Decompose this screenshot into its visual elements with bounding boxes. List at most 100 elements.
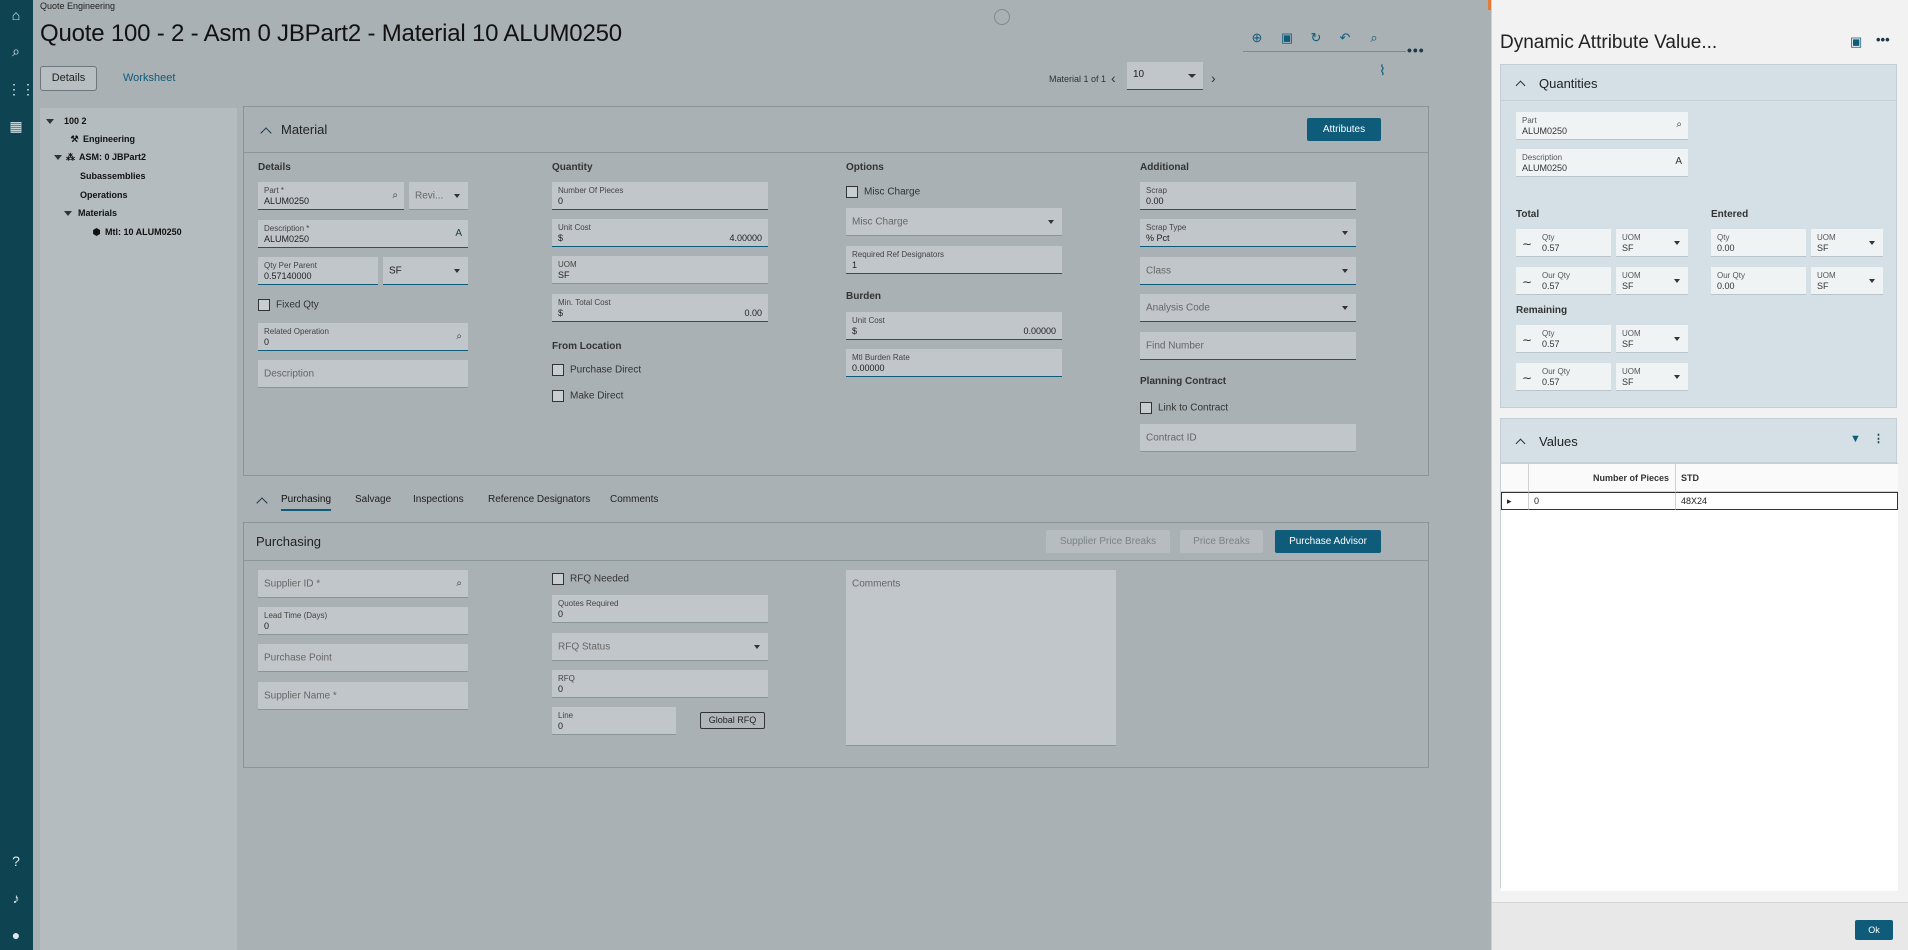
paperclip-icon[interactable]: ⌇ (1379, 62, 1386, 79)
supplier-price-breaks-button[interactable]: Supplier Price Breaks (1046, 530, 1170, 553)
remaining-our-qty-field[interactable]: ∼ Our Qty 0.57 (1516, 363, 1611, 391)
total-our-uom-select[interactable]: UOM SF (1616, 267, 1688, 295)
number-of-pieces-field[interactable]: Number Of Pieces 0 (552, 182, 768, 210)
misc-charge-checkbox[interactable]: Misc Charge (846, 186, 920, 198)
link-to-contract-checkbox[interactable]: Link to Contract (1140, 402, 1228, 414)
user-icon[interactable]: ● (7, 926, 25, 944)
drawer-part-field[interactable]: Part ALUM0250 ⌕ (1516, 112, 1688, 140)
analysis-code-select[interactable]: Analysis Code (1140, 294, 1356, 322)
purchase-direct-checkbox[interactable]: Purchase Direct (552, 364, 641, 376)
min-total-cost-field[interactable]: Min. Total Cost $0.00 (552, 294, 768, 322)
find-number-field[interactable]: Find Number (1140, 332, 1356, 360)
row-selector-indicator[interactable]: ▸ (1501, 492, 1529, 510)
supplier-id-field[interactable]: Supplier ID * ⌕ (258, 570, 468, 598)
tab-comments[interactable]: Comments (610, 494, 658, 505)
filter-icon[interactable]: ▼ (1850, 433, 1861, 445)
entered-qty-field[interactable]: Qty 0.00 (1711, 229, 1806, 257)
help-icon[interactable]: ? (7, 852, 25, 870)
ok-button[interactable]: Ok (1855, 920, 1893, 940)
more-options-icon[interactable]: ••• (1407, 42, 1425, 58)
material-description-field[interactable]: Description (258, 360, 468, 388)
tab-salvage[interactable]: Salvage (355, 494, 391, 505)
translate-icon[interactable]: A (1675, 156, 1682, 167)
tree-node-engineering[interactable]: ⚒ Engineering (70, 134, 135, 144)
tab-reference-designators[interactable]: Reference Designators (488, 494, 590, 505)
save-icon[interactable]: ▣ (1278, 29, 1296, 47)
undo-icon[interactable]: ↶ (1336, 29, 1354, 47)
required-ref-designators-field[interactable]: Required Ref Designators 1 (846, 246, 1062, 274)
search-icon[interactable]: ⌕ (7, 42, 25, 60)
comments-textarea[interactable]: Comments (846, 570, 1116, 746)
dashboard-icon[interactable]: ▦ (7, 117, 25, 135)
attributes-button[interactable]: Attributes (1307, 118, 1381, 141)
tree-node-operations[interactable]: Operations (80, 190, 128, 200)
drawer-description-field[interactable]: Description ALUM0250 A (1516, 149, 1688, 177)
column-header-std[interactable]: STD (1676, 464, 1898, 492)
scrap-field[interactable]: Scrap 0.00 (1140, 182, 1356, 210)
lead-time-field[interactable]: Lead Time (Days) 0 (258, 607, 468, 635)
bell-icon[interactable]: ♪ (7, 889, 25, 907)
remaining-our-uom-select[interactable]: UOM SF (1616, 363, 1688, 391)
rfq-status-select[interactable]: RFQ Status (552, 633, 768, 661)
make-direct-checkbox[interactable]: Make Direct (552, 390, 623, 402)
tab-inspections[interactable]: Inspections (413, 494, 464, 505)
more-vertical-icon[interactable]: ⋮ (1873, 432, 1884, 445)
total-uom-select[interactable]: UOM SF (1616, 229, 1688, 257)
revision-select[interactable]: Revi... (409, 182, 468, 210)
entered-uom-select[interactable]: UOM SF (1811, 229, 1883, 257)
search-doc-icon[interactable]: ⌕ (456, 331, 462, 342)
description-field[interactable]: Description * ALUM0250 A (258, 220, 468, 248)
tab-worksheet[interactable]: Worksheet (123, 72, 175, 84)
history-icon[interactable] (994, 9, 1010, 25)
chevron-left-icon[interactable]: ‹ (1111, 70, 1116, 86)
cell-std[interactable]: 48X24 (1676, 492, 1898, 510)
tree-node-materials[interactable]: Materials (64, 208, 117, 218)
qty-per-parent-field[interactable]: Qty Per Parent 0.57140000 (258, 257, 378, 285)
chevron-up-icon[interactable] (256, 497, 268, 509)
supplier-name-field[interactable]: Supplier Name * (258, 682, 468, 710)
remaining-qty-field[interactable]: ∼ Qty 0.57 (1516, 325, 1611, 353)
fixed-qty-checkbox[interactable]: Fixed Qty (258, 299, 319, 311)
purchase-advisor-button[interactable]: Purchase Advisor (1275, 530, 1381, 553)
tree-node-root[interactable]: 100 2 (46, 116, 87, 126)
tree-node-material-item[interactable]: ⬢ Mtl: 10 ALUM0250 (92, 227, 182, 237)
search-icon[interactable]: ⌕ (1365, 29, 1383, 47)
search-doc-icon[interactable]: ⌕ (456, 578, 462, 589)
contract-id-field[interactable]: Contract ID (1140, 424, 1356, 452)
total-our-qty-field[interactable]: ∼ Our Qty 0.57 (1516, 267, 1611, 295)
burden-unit-cost-field[interactable]: Unit Cost $0.00000 (846, 312, 1062, 340)
refresh-icon[interactable]: ↻ (1307, 29, 1325, 47)
misc-charge-select[interactable]: Misc Charge (846, 208, 1062, 236)
cell-number-of-pieces[interactable]: 0 (1529, 492, 1676, 510)
class-select[interactable]: Class (1140, 257, 1356, 285)
line-field[interactable]: Line 0 (552, 707, 676, 735)
part-field[interactable]: Part * ALUM0250 ⌕ (258, 182, 404, 210)
save-icon[interactable]: ▣ (1850, 34, 1862, 50)
search-doc-icon[interactable]: ⌕ (392, 190, 398, 201)
unit-cost-field[interactable]: Unit Cost $4.00000 (552, 219, 768, 247)
scrap-type-select[interactable]: Scrap Type% Pct (1140, 219, 1356, 247)
chevron-up-icon[interactable] (1515, 80, 1526, 91)
tab-details[interactable]: Details (40, 66, 97, 91)
entered-our-qty-field[interactable]: Our Qty 0.00 (1711, 267, 1806, 295)
quotes-required-field[interactable]: Quotes Required 0 (552, 595, 768, 623)
purchase-point-field[interactable]: Purchase Point (258, 644, 468, 672)
tree-node-subassemblies[interactable]: Subassemblies (80, 171, 146, 181)
rfq-needed-checkbox[interactable]: RFQ Needed (552, 573, 629, 585)
column-header-number-of-pieces[interactable]: Number of Pieces (1529, 464, 1676, 492)
tree-node-asm[interactable]: ⁂ ASM: 0 JBPart2 (54, 152, 146, 162)
apps-grid-icon[interactable]: ⋮⋮ (7, 80, 35, 98)
uom-select[interactable]: SF (383, 257, 468, 285)
material-select[interactable]: 10 (1127, 62, 1203, 90)
chevron-up-icon[interactable] (260, 127, 272, 139)
global-rfq-button[interactable]: Global RFQ (700, 712, 765, 729)
add-icon[interactable]: ⊕ (1248, 29, 1266, 47)
related-operation-field[interactable]: Related Operation 0 ⌕ (258, 323, 468, 351)
mtl-burden-rate-field[interactable]: Mtl Burden Rate 0.00000 (846, 349, 1062, 377)
more-options-icon[interactable]: ••• (1876, 32, 1890, 47)
price-breaks-button[interactable]: Price Breaks (1180, 530, 1263, 553)
rfq-field[interactable]: RFQ 0 (552, 670, 768, 698)
total-qty-field[interactable]: ∼ Qty 0.57 (1516, 229, 1611, 257)
chevron-right-icon[interactable]: › (1211, 70, 1216, 86)
home-icon[interactable]: ⌂ (7, 6, 25, 24)
